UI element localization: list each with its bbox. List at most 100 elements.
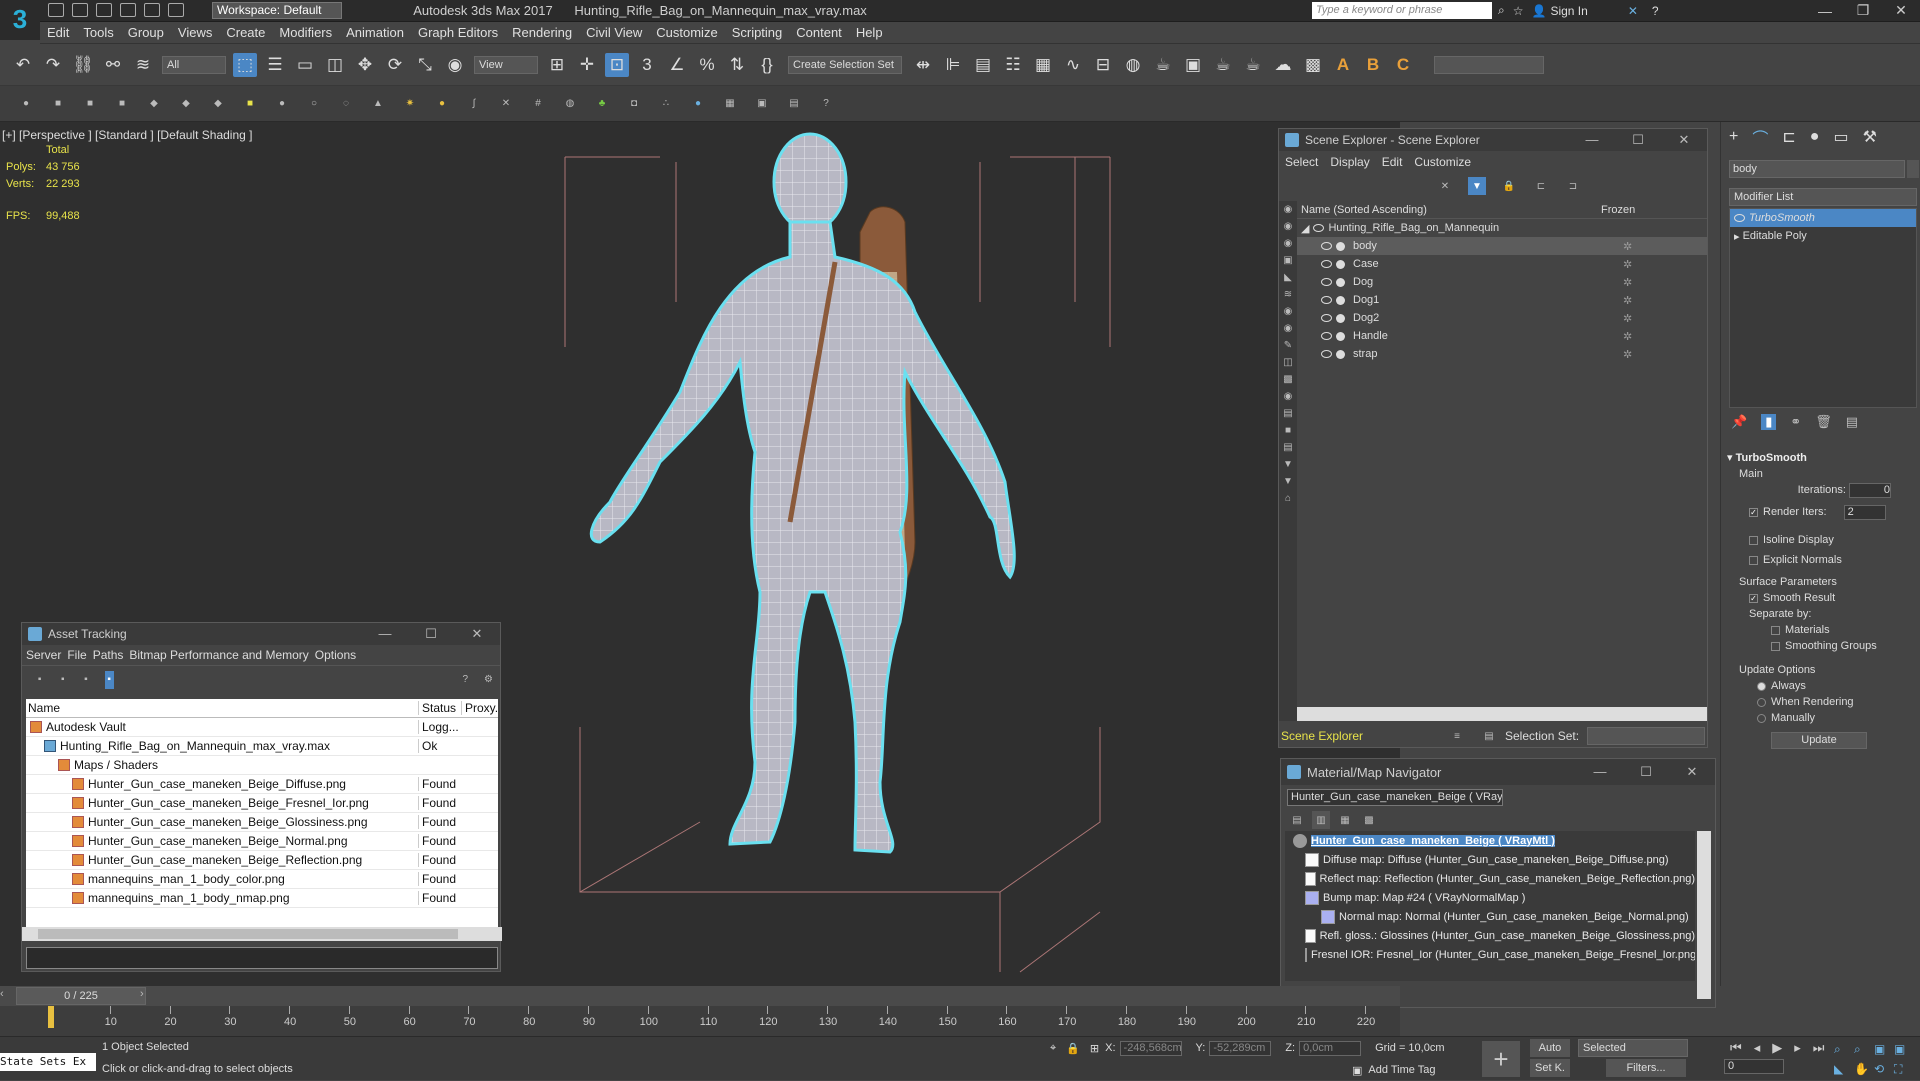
plant-icon[interactable]: ♣ bbox=[593, 95, 611, 113]
remove-modifier-icon[interactable]: 🗑 bbox=[1815, 414, 1832, 430]
maximize-viewport-icon[interactable]: ⛶ bbox=[1894, 1062, 1914, 1077]
visibility-eye-icon[interactable] bbox=[1321, 350, 1332, 358]
menu-views[interactable]: Views bbox=[171, 22, 219, 44]
modifier-editable-poly[interactable]: ▸ Editable Poly bbox=[1730, 227, 1916, 245]
play-icon[interactable]: ▶ bbox=[1772, 1040, 1782, 1056]
col-name-sorted[interactable]: Name (Sorted Ascending) bbox=[1301, 204, 1601, 216]
vray-b-icon[interactable]: B bbox=[1361, 53, 1385, 77]
set-key-button[interactable]: Set K. bbox=[1530, 1059, 1570, 1077]
maximize-icon[interactable]: ☐ bbox=[1615, 132, 1661, 148]
asset-tool-3[interactable]: ▪ bbox=[81, 671, 90, 689]
pin-stack-icon[interactable]: 📌 bbox=[1731, 414, 1747, 430]
vray-c-icon[interactable]: C bbox=[1391, 53, 1415, 77]
scene-hscroll[interactable] bbox=[1297, 707, 1707, 721]
menu-civil-view[interactable]: Civil View bbox=[579, 22, 649, 44]
material-map-row[interactable]: Diffuse map: Diffuse (Hunter_Gun_case_ma… bbox=[1285, 850, 1695, 869]
selection-set-icon[interactable]: ▤ bbox=[1480, 727, 1498, 745]
maximize-icon[interactable]: ☐ bbox=[408, 626, 454, 642]
key-filter-dropdown[interactable]: Selected bbox=[1578, 1039, 1688, 1057]
menu-customize[interactable]: Customize bbox=[1414, 155, 1471, 169]
explicit-normals-checkbox[interactable] bbox=[1749, 555, 1758, 565]
scene-item-body[interactable]: body ✲ bbox=[1297, 237, 1707, 255]
always-radio[interactable] bbox=[1757, 681, 1766, 691]
redo-icon[interactable]: ↷ bbox=[41, 53, 65, 77]
asset-row[interactable]: Autodesk Vault Logg... bbox=[26, 718, 498, 737]
menu-server[interactable]: Server bbox=[26, 648, 61, 662]
y-coord-field[interactable]: -52,289cm bbox=[1209, 1040, 1272, 1056]
display-tab-icon[interactable]: ▭ bbox=[1833, 127, 1848, 147]
zoom-extents-all-icon[interactable]: ▣ bbox=[1894, 1042, 1914, 1056]
minimize-icon[interactable]: — bbox=[1806, 3, 1844, 19]
modifier-list-dropdown[interactable]: Modifier List bbox=[1729, 188, 1917, 206]
layer-icon[interactable]: ⊐ bbox=[1564, 177, 1582, 195]
asset-row[interactable]: Hunter_Gun_case_maneken_Beige_Fresnel_Io… bbox=[26, 794, 498, 813]
modifier-turbosmooth[interactable]: TurboSmooth bbox=[1730, 209, 1916, 227]
bind-space-warp-icon[interactable]: ≋ bbox=[131, 53, 155, 77]
clear-filter-icon[interactable]: ✕ bbox=[1436, 177, 1454, 195]
visibility-eye-icon[interactable] bbox=[1321, 242, 1332, 250]
tool-icon-3[interactable]: ■ bbox=[81, 95, 99, 113]
close-icon[interactable]: ✕ bbox=[454, 626, 500, 642]
menu-customize[interactable]: Customize bbox=[649, 22, 724, 44]
col-frozen[interactable]: Frozen bbox=[1601, 204, 1635, 216]
menu-edit[interactable]: Edit bbox=[40, 22, 76, 44]
place-icon[interactable]: ◉ bbox=[443, 53, 467, 77]
sphere2-icon[interactable]: ● bbox=[689, 95, 707, 113]
named-selection-dropdown[interactable]: Create Selection Set bbox=[788, 55, 902, 74]
keyboard-shortcut-icon[interactable]: ⊡ bbox=[605, 52, 629, 77]
help-icon[interactable]: ? bbox=[1652, 4, 1659, 18]
minimize-icon[interactable]: — bbox=[362, 626, 408, 642]
spinner-snap-icon[interactable]: ⇅ bbox=[725, 53, 749, 77]
lock-selection-icon[interactable]: 🔒 bbox=[1066, 1042, 1080, 1055]
menu-group[interactable]: Group bbox=[121, 22, 171, 44]
material-map-row[interactable]: Reflect map: Reflection (Hunter_Gun_case… bbox=[1285, 869, 1695, 888]
help-small-icon[interactable]: ? bbox=[817, 95, 835, 113]
reference-coordinate-dropdown[interactable]: View bbox=[474, 55, 538, 74]
hierarchy-icon[interactable]: ⊏ bbox=[1532, 177, 1550, 195]
scale-icon[interactable]: ⤡ bbox=[413, 53, 437, 77]
sphere-icon[interactable]: ● bbox=[273, 95, 291, 113]
star-icon[interactable]: ☆ bbox=[1513, 4, 1524, 18]
scene-explorer-titlebar[interactable]: Scene Explorer - Scene Explorer — ☐ ✕ bbox=[1279, 129, 1707, 151]
hierarchy-tab-icon[interactable]: ⊏ bbox=[1782, 127, 1795, 147]
asset-tool-1[interactable]: ▪ bbox=[35, 671, 44, 689]
scene-root-row[interactable]: ◢ Hunting_Rifle_Bag_on_Mannequin bbox=[1297, 219, 1707, 237]
scene-item-dog1[interactable]: Dog1 ✲ bbox=[1297, 291, 1707, 309]
vray-a-icon[interactable]: A bbox=[1331, 53, 1355, 77]
material-map-row[interactable]: Refl. gloss.: Glossines (Hunter_Gun_case… bbox=[1285, 926, 1695, 945]
rendered-frame-icon[interactable]: ▣ bbox=[1181, 53, 1205, 77]
object-color-swatch[interactable] bbox=[1907, 160, 1919, 178]
zoom-all-icon[interactable]: ⌕ bbox=[1854, 1042, 1874, 1057]
absolute-mode-icon[interactable]: ⊞ bbox=[1090, 1042, 1099, 1055]
menu-create[interactable]: Create bbox=[219, 22, 272, 44]
maximize-icon[interactable]: ☐ bbox=[1623, 764, 1669, 780]
state-sets-tab[interactable]: State Sets Ex bbox=[0, 1053, 96, 1071]
utilities-tab-icon[interactable]: ⚒ bbox=[1863, 127, 1877, 147]
close-x-icon[interactable]: ✕ bbox=[1628, 4, 1638, 18]
pan-icon[interactable]: ✋ bbox=[1854, 1062, 1874, 1076]
render-iters-spinner[interactable]: 2 bbox=[1843, 504, 1886, 520]
menu-modifiers[interactable]: Modifiers bbox=[272, 22, 339, 44]
menu-tools[interactable]: Tools bbox=[76, 22, 120, 44]
box-icon[interactable]: ■ bbox=[241, 95, 259, 113]
layers-icon[interactable]: ≡ bbox=[1448, 727, 1466, 745]
frozen-snowflake-icon[interactable]: ✲ bbox=[1623, 276, 1632, 289]
frozen-snowflake-icon[interactable]: ✲ bbox=[1623, 348, 1632, 361]
frozen-snowflake-icon[interactable]: ✲ bbox=[1623, 312, 1632, 325]
configure-sets-icon[interactable]: ▤ bbox=[1846, 414, 1858, 430]
lock-icon[interactable]: 🔒 bbox=[1500, 177, 1518, 195]
rotate-icon[interactable]: ⟳ bbox=[383, 53, 407, 77]
render-production-icon[interactable]: ☕ bbox=[1211, 53, 1235, 77]
visibility-eye-icon[interactable] bbox=[1321, 278, 1332, 286]
render-cloud-icon[interactable]: ☁ bbox=[1271, 53, 1295, 77]
visibility-eye-icon[interactable] bbox=[1321, 314, 1332, 322]
camera-icon[interactable]: ◘ bbox=[625, 95, 643, 113]
current-frame-field[interactable]: 0 bbox=[1724, 1059, 1784, 1074]
visibility-eye-icon[interactable] bbox=[1321, 332, 1332, 340]
update-button[interactable]: Update bbox=[1771, 732, 1867, 749]
frame-counter[interactable]: 0 / 225 bbox=[16, 987, 146, 1005]
edit-named-selection-icon[interactable]: {} bbox=[755, 53, 779, 77]
fov-icon[interactable]: ◣ bbox=[1834, 1062, 1854, 1076]
mirror-icon[interactable]: ⇹ bbox=[911, 53, 935, 77]
tool-icon-4[interactable]: ■ bbox=[113, 95, 131, 113]
